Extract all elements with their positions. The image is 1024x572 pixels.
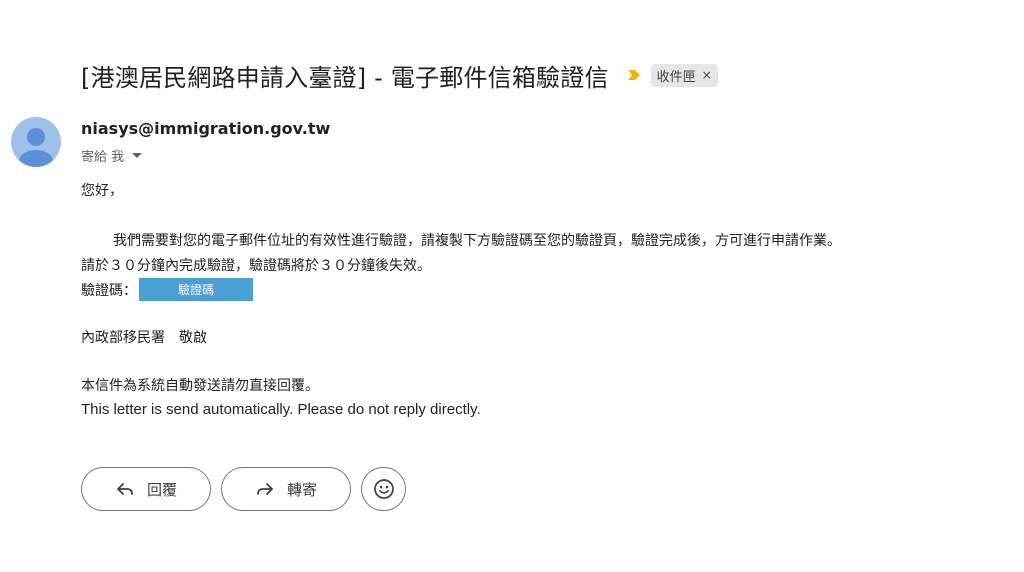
signature: 內政部移民署 敬啟 — [81, 330, 207, 346]
chevron-down-icon[interactable] — [132, 153, 143, 158]
forward-arrow-icon — [257, 483, 273, 495]
forward-button-label: 轉寄 — [286, 480, 317, 499]
sender-avatar[interactable] — [11, 117, 61, 167]
reply-button[interactable]: 回覆 — [81, 467, 211, 511]
email-view: [港澳居民網路申請入臺證] - 電子郵件信箱驗證信 收件匣 × niasys@i… — [0, 0, 1024, 572]
forward-button[interactable]: 轉寄 — [221, 467, 351, 511]
auto-notice-english: This letter is send automatically. Pleas… — [81, 401, 481, 418]
sender-email[interactable]: niasys@immigration.gov.tw — [81, 119, 330, 138]
body-paragraph-line1: 我們需要對您的電子郵件位址的有效性進行驗證，請複製下方驗證碼至您的驗證頁，驗證完… — [113, 233, 841, 249]
smiley-emoji-icon — [373, 479, 394, 499]
verification-code-label: 驗證碼： — [81, 282, 137, 299]
reply-button-label: 回覆 — [146, 480, 177, 499]
verification-code-value[interactable]: 驗證碼 — [139, 278, 253, 301]
greeting: 您好， — [81, 183, 123, 199]
person-avatar-icon — [19, 128, 53, 167]
importance-marker-icon[interactable] — [627, 68, 641, 82]
verification-code-row: 驗證碼： 驗證碼 — [81, 278, 253, 301]
inbox-label-chip[interactable]: 收件匣 × — [650, 63, 718, 87]
remove-label-icon[interactable]: × — [702, 68, 712, 82]
recipient-label: 寄給 我 — [81, 150, 125, 165]
recipient-details[interactable]: 寄給 我 — [81, 146, 143, 165]
inbox-label: 收件匣 — [656, 69, 696, 85]
subject-row: [港澳居民網路申請入臺證] - 電子郵件信箱驗證信 收件匣 × — [81, 56, 718, 94]
emoji-reaction-button[interactable] — [361, 467, 406, 511]
email-subject: [港澳居民網路申請入臺證] - 電子郵件信箱驗證信 — [81, 63, 609, 92]
reply-arrow-icon — [117, 483, 133, 495]
body-paragraph-line2: 請於３０分鐘內完成驗證，驗證碼將於３０分鐘後失效。 — [81, 258, 431, 274]
auto-notice: 本信件為系統自動發送請勿直接回覆。 — [81, 378, 319, 394]
